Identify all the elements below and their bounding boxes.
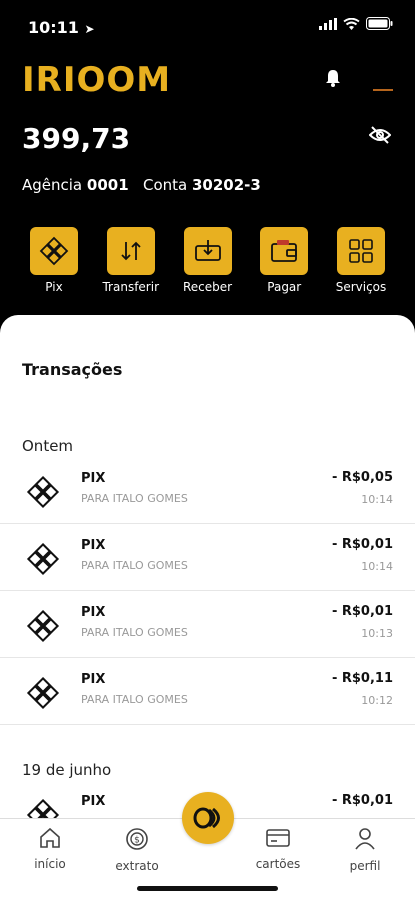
pix-icon (26, 475, 60, 509)
pix-icon (26, 542, 60, 576)
wifi-icon (343, 17, 360, 30)
action-label: Transferir (102, 280, 160, 294)
bell-icon (326, 70, 340, 87)
status-bar: 10:11 ➤ (0, 0, 415, 48)
signal-icon (319, 17, 337, 30)
transaction-time: 10:13 (361, 627, 393, 640)
conta-number: 30202-3 (191, 176, 261, 194)
tab-label: início (34, 857, 66, 871)
transfer-button[interactable] (106, 227, 155, 275)
wallet-icon (271, 240, 298, 262)
agencia-label: Agência (22, 176, 83, 194)
transaction-row[interactable]: PIX PARA ITALO GOMES - R$0,01 10:13 (0, 592, 415, 658)
account-info: Agência 0001 Conta 30202-3 (22, 176, 261, 194)
home-indicator (137, 886, 278, 891)
tab-label: extrato (115, 859, 159, 873)
group-label-date: 19 de junho (22, 761, 112, 779)
transaction-amount: - R$0,11 (331, 671, 393, 686)
action-transfer[interactable]: Transferir (99, 227, 163, 294)
tab-label: perfil (349, 859, 381, 873)
transaction-type: PIX (81, 471, 106, 486)
avatar[interactable] (373, 89, 393, 91)
grid-icon (349, 239, 373, 263)
transaction-amount: - R$0,01 (331, 793, 393, 808)
transaction-time: 10:14 (361, 493, 393, 506)
account-balance: 399,73 (22, 122, 131, 155)
pay-button[interactable] (260, 227, 309, 275)
clock: 10:11 (28, 18, 79, 37)
transaction-time: 10:12 (361, 694, 393, 707)
action-pix[interactable]: Pix (22, 227, 86, 294)
location-arrow-icon: ➤ (84, 22, 95, 36)
transaction-row[interactable]: PIX PARA ITALO GOMES - R$0,01 10:14 (0, 525, 415, 591)
action-services[interactable]: Serviços (329, 227, 393, 294)
eye-off-icon (368, 126, 392, 144)
brand-coin-icon (193, 807, 220, 829)
conta-label: Conta (142, 176, 188, 194)
agencia-number: 0001 (86, 176, 129, 194)
statement-icon: $ (126, 828, 148, 850)
notifications-button[interactable] (323, 68, 343, 92)
tab-home[interactable]: início (15, 827, 85, 871)
pix-icon (39, 236, 69, 266)
transaction-description: PARA ITALO GOMES (81, 626, 188, 639)
transaction-description: PARA ITALO GOMES (81, 492, 188, 505)
toggle-balance-visibility[interactable] (368, 126, 392, 148)
tab-profile[interactable]: perfil (330, 827, 400, 873)
transaction-row[interactable]: PIX PARA ITALO GOMES - R$0,05 10:14 (0, 458, 415, 524)
receive-icon (194, 240, 221, 261)
tab-statement[interactable]: $ extrato (102, 827, 172, 873)
status-time: 10:11 ➤ (28, 18, 95, 37)
pix-icon (26, 609, 60, 643)
profile-icon (355, 828, 375, 850)
action-label: Serviços (335, 280, 387, 294)
transactions-title: Transações (22, 360, 123, 379)
action-label: Pix (45, 280, 63, 294)
svg-text:$: $ (134, 836, 140, 846)
transaction-description: PARA ITALO GOMES (81, 693, 188, 706)
status-icons (319, 17, 393, 30)
action-label: Receber (182, 280, 233, 294)
transaction-type: PIX (81, 794, 106, 809)
group-label-ontem: Ontem (22, 437, 74, 455)
pix-button[interactable] (30, 227, 78, 275)
transaction-amount: - R$0,05 (331, 470, 393, 485)
quick-actions: Pix Transferir Receber Pagar Serviços (22, 227, 393, 294)
brand-row: IRIOOM (22, 60, 393, 100)
transaction-time: 10:14 (361, 560, 393, 573)
action-pay[interactable]: Pagar (252, 227, 316, 294)
transaction-amount: - R$0,01 (331, 537, 393, 552)
card-icon (266, 829, 290, 847)
home-icon (40, 827, 60, 848)
transaction-amount: - R$0,01 (331, 604, 393, 619)
transaction-type: PIX (81, 605, 106, 620)
tab-label: cartões (255, 857, 301, 871)
pix-icon (26, 676, 60, 710)
services-button[interactable] (337, 227, 385, 275)
transaction-type: PIX (81, 672, 106, 687)
tab-cards[interactable]: cartões (243, 827, 313, 871)
battery-icon (366, 17, 393, 30)
center-action-button[interactable] (182, 792, 234, 844)
transaction-description: PARA ITALO GOMES (81, 559, 188, 572)
receive-button[interactable] (183, 227, 232, 275)
transfer-icon (121, 241, 141, 261)
transaction-type: PIX (81, 538, 106, 553)
action-receive[interactable]: Receber (176, 227, 240, 294)
transaction-row[interactable]: PIX PARA ITALO GOMES - R$0,11 10:12 (0, 659, 415, 725)
action-label: Pagar (267, 280, 302, 294)
